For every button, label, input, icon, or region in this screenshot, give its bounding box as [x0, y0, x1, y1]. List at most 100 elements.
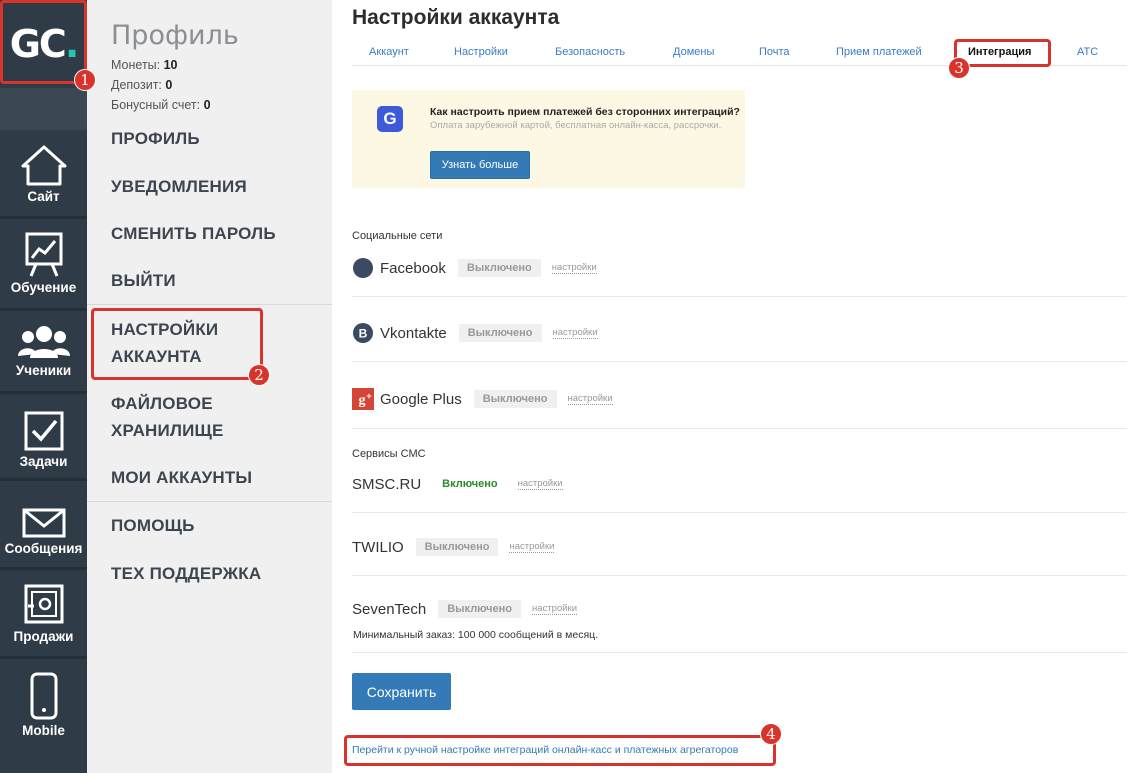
row-divider: [352, 575, 1127, 576]
checkbox-icon: [24, 411, 63, 451]
rail-item-messages[interactable]: Сообщения: [0, 481, 87, 570]
promo-subtitle: Оплата зарубежной картой, бесплатная онл…: [430, 120, 722, 131]
integration-row-smsc: SMSC.RU Включено настройки: [352, 473, 563, 495]
svg-text:g: g: [359, 393, 366, 408]
phone-icon: [30, 672, 57, 720]
menu-link-change-password[interactable]: СМЕНИТЬ ПАРОЛЬ: [111, 220, 276, 247]
annotation-badge-4: 4: [760, 723, 782, 745]
file-storage-line2: ХРАНИЛИЩЕ: [111, 421, 224, 440]
annotation-badge-1: 1: [74, 69, 96, 91]
sms-services-label: Сервисы СМС: [352, 448, 426, 460]
chart-board-icon: [25, 232, 62, 277]
logo-text: GC: [9, 21, 67, 66]
account-settings-line2: АККАУНТА: [111, 347, 202, 366]
integration-row-seventech: SevenTech Выключено настройки: [352, 598, 577, 620]
annotation-badge-2: 2: [248, 364, 270, 386]
status-badge: Включено: [442, 478, 498, 490]
integration-name: Facebook: [380, 259, 446, 277]
rail-item-students[interactable]: Ученики: [0, 311, 87, 394]
status-badge: Выключено: [458, 324, 542, 342]
row-divider: [352, 428, 1127, 429]
tab-settings[interactable]: Настройки: [454, 46, 508, 58]
annotation-badge-3: 3: [948, 57, 970, 79]
integration-row-twilio: TWILIO Выключено настройки: [352, 536, 555, 558]
house-icon: [21, 145, 66, 186]
facebook-icon: [352, 257, 374, 279]
settings-link[interactable]: настройки: [552, 327, 598, 339]
logo-dot: .: [64, 21, 80, 66]
menu-link-my-accounts[interactable]: МОИ АККАУНТЫ: [111, 464, 252, 491]
tab-account[interactable]: Аккаунт: [369, 46, 409, 58]
integration-name: SMSC.RU: [352, 475, 422, 493]
manual-integration-link[interactable]: Перейти к ручной настройке интеграций он…: [352, 744, 738, 756]
integration-name: TWILIO: [352, 538, 404, 556]
integration-name: Google Plus: [380, 390, 462, 408]
tab-integration[interactable]: Интеграция: [968, 46, 1031, 58]
svg-text:+: +: [366, 391, 371, 401]
menu-divider: [87, 304, 332, 305]
status-badge: Выключено: [473, 390, 557, 408]
settings-link[interactable]: настройки: [517, 478, 563, 490]
menu-link-profile[interactable]: ПРОФИЛЬ: [111, 125, 200, 152]
coins-stat: Монеты: 10: [111, 58, 178, 72]
coins-label: Монеты:: [111, 58, 164, 72]
svg-text:B: B: [359, 327, 368, 341]
bonus-value: 0: [203, 98, 211, 112]
menu-link-logout[interactable]: ВЫЙТИ: [111, 267, 176, 294]
main-sidebar: GC. Сайт Обучение Ученики Задачи Сообщен…: [0, 0, 87, 773]
payments-promo-banner: G Как настроить прием платежей без сторо…: [352, 90, 745, 188]
status-badge: Выключено: [457, 259, 541, 277]
account-settings-line1: НАСТРОЙКИ: [111, 320, 219, 339]
row-divider: [352, 296, 1127, 297]
profile-title: Профиль: [111, 20, 239, 51]
coins-value: 10: [163, 58, 178, 72]
bonus-label: Бонусный счет:: [111, 98, 204, 112]
users-icon: [17, 326, 70, 358]
integration-name: Vkontakte: [380, 324, 447, 342]
rail-item-sales[interactable]: Продажи: [0, 570, 87, 659]
menu-link-tech-support[interactable]: ТЕХ ПОДДЕРЖКА: [111, 560, 261, 587]
social-networks-label: Социальные сети: [352, 230, 443, 242]
rail-item-mobile[interactable]: Mobile: [0, 659, 87, 744]
rail-item-learning[interactable]: Обучение: [0, 219, 87, 311]
bonus-stat: Бонусный счет: 0: [111, 98, 211, 112]
profile-submenu: Профиль Монеты: 10 Депозит: 0 Бонусный с…: [87, 0, 332, 773]
rail-spacer: [0, 88, 87, 130]
menu-link-file-storage[interactable]: ФАЙЛОВОЕ ХРАНИЛИЩЕ: [111, 390, 224, 444]
settings-link[interactable]: настройки: [509, 541, 555, 553]
getcourse-logo-icon: G: [377, 106, 403, 132]
promo-title: Как настроить прием платежей без сторонн…: [430, 106, 740, 118]
row-divider: [352, 361, 1127, 362]
page-title: Настройки аккаунта: [352, 6, 560, 29]
google-plus-icon: g +: [352, 388, 374, 410]
tab-mail[interactable]: Почта: [759, 46, 790, 58]
settings-link[interactable]: настройки: [551, 262, 597, 274]
menu-link-notifications[interactable]: УВЕДОМЛЕНИЯ: [111, 173, 247, 200]
integration-name: SevenTech: [352, 600, 427, 618]
settings-link[interactable]: настройки: [567, 393, 613, 405]
tab-domains[interactable]: Домены: [673, 46, 714, 58]
save-button[interactable]: Сохранить: [352, 673, 451, 710]
rail-item-tasks[interactable]: Задачи: [0, 394, 87, 481]
integration-row-vkontakte: B Vkontakte Выключено настройки: [352, 322, 598, 344]
menu-link-help[interactable]: ПОМОЩЬ: [111, 512, 195, 539]
rail-label-students: Ученики: [15, 363, 72, 378]
file-storage-line1: ФАЙЛОВОЕ: [111, 394, 213, 413]
deposit-value: 0: [165, 78, 173, 92]
main-content: Настройки аккаунта Аккаунт Настройки Без…: [332, 0, 1133, 773]
learn-more-button[interactable]: Узнать больше: [430, 151, 530, 179]
row-divider: [352, 652, 1127, 653]
rail-item-site[interactable]: Сайт: [0, 130, 87, 219]
envelope-icon: [22, 508, 65, 538]
deposit-stat: Депозит: 0: [111, 78, 172, 92]
logo[interactable]: GC.: [6, 6, 81, 81]
tab-ats[interactable]: АТС: [1077, 46, 1098, 58]
settings-tabs: Аккаунт Настройки Безопасность Домены По…: [352, 38, 1127, 66]
rail-label-messages: Сообщения: [4, 541, 83, 556]
settings-link[interactable]: настройки: [532, 603, 577, 615]
deposit-label: Депозит:: [111, 78, 166, 92]
vk-icon: B: [352, 322, 374, 344]
menu-link-account-settings[interactable]: НАСТРОЙКИ АККАУНТА: [111, 316, 218, 370]
tab-security[interactable]: Безопасность: [555, 46, 625, 58]
tab-payments[interactable]: Прием платежей: [836, 46, 922, 58]
